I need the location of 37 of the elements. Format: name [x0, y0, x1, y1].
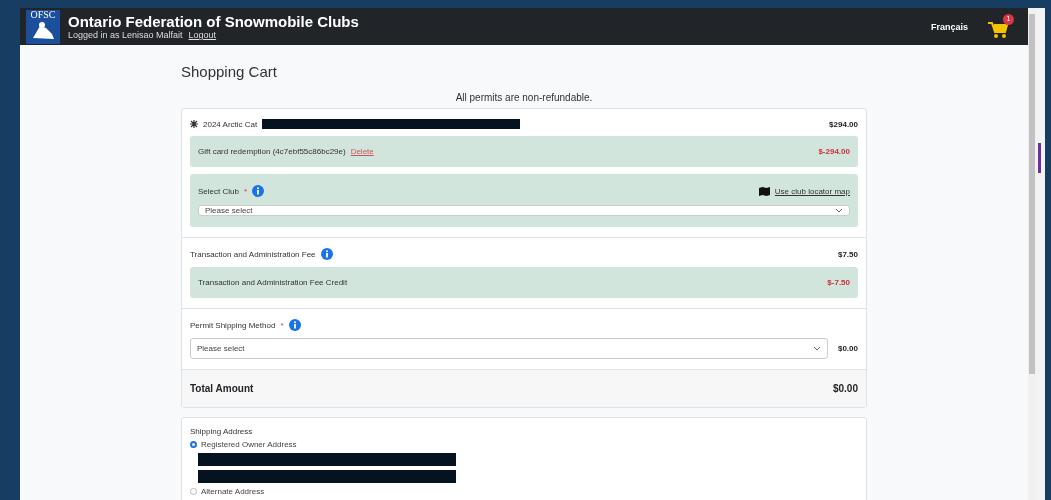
logout-link[interactable]: Logout — [188, 30, 217, 40]
fee-amount: $7.50 — [837, 249, 858, 259]
address-title: Shipping Address — [190, 427, 254, 436]
info-icon[interactable] — [288, 319, 301, 331]
logo: OFSC — [26, 9, 60, 44]
item-name: 2024 Arctic Cat — [203, 119, 258, 129]
item-price: $294.00 — [829, 119, 858, 129]
gift-card-label: Gift card redemption (4c7ebf55c86bc29e) — [198, 147, 346, 156]
shipping-method-select[interactable]: Please select — [190, 338, 828, 359]
address-option-label[interactable]: Alternate Address — [201, 487, 265, 496]
chevron-icon — [812, 346, 821, 351]
info-icon[interactable] — [252, 185, 265, 197]
required-mark: * — [280, 320, 284, 330]
refund-notice: All permits are non-refundable. — [454, 92, 594, 103]
fee-credit-label: Transaction and Administration Fee Credit — [198, 278, 348, 287]
address-option-label[interactable]: Registered Owner Address — [201, 440, 297, 449]
club-label: Select Club — [198, 186, 239, 196]
gift-card-amount: $-294.00 — [818, 147, 850, 156]
login-status: Logged in as Lenisao Malfait — [68, 30, 183, 40]
total-label: Total Amount — [190, 383, 254, 394]
snowflake-icon — [190, 120, 198, 128]
club-map-link[interactable]: Use club locator map — [774, 186, 850, 196]
site-title: Ontario Federation of Snowmobile Clubs — [68, 13, 360, 30]
required-mark: * — [243, 186, 248, 196]
club-select[interactable]: Please select — [198, 205, 850, 216]
radio-button[interactable] — [190, 488, 197, 495]
shipping-amount: $0.00 — [837, 344, 858, 353]
shipping-method-label: Permit Shipping Method — [190, 320, 276, 330]
radio-button[interactable] — [190, 441, 197, 448]
language-link[interactable]: Français — [930, 21, 968, 32]
chevron-icon — [835, 208, 843, 213]
fee-label: Transaction and Administration Fee — [190, 249, 316, 259]
total-amount: $0.00 — [832, 383, 858, 394]
fee-credit-amount: $-7.50 — [827, 278, 850, 287]
page-title: Shopping Cart — [181, 63, 278, 80]
info-icon[interactable] — [320, 248, 333, 260]
map-icon — [758, 186, 770, 196]
